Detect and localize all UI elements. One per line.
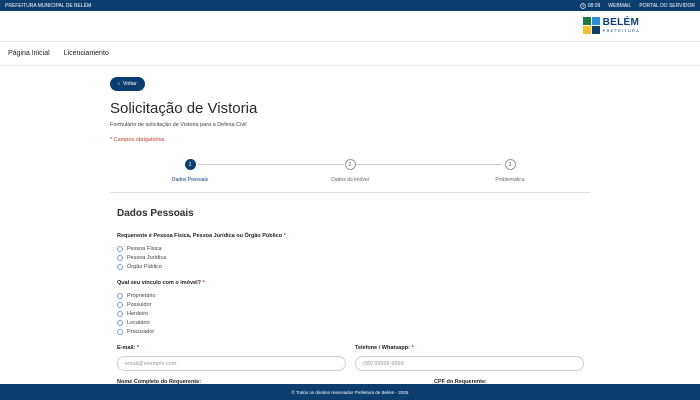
chevron-left-icon: ‹	[118, 81, 120, 87]
nav-pagina-inicial[interactable]: Página Inicial	[8, 50, 50, 57]
step-number: 2	[344, 159, 356, 170]
step-number: 1	[184, 159, 196, 170]
prefeitura-logo[interactable]: BELÉM PREFEITURA	[582, 17, 640, 34]
form-stepper: 1 Dados Pessoais 2 Dados do Imóvel 3 Pro…	[110, 159, 590, 189]
back-button[interactable]: ‹ Voltar	[110, 77, 145, 91]
radio-circle-icon[interactable]	[117, 292, 123, 299]
radio-label: Pessoa Jurídica	[127, 254, 167, 261]
radio-orgao-publico[interactable]: Órgão Público	[117, 262, 166, 271]
radio-proprietario[interactable]: Proprietário	[117, 291, 155, 300]
telefone-label: Telefone / Whatsapp: *	[355, 345, 414, 351]
radio-label: Locatário	[127, 319, 150, 326]
required-note: * Campos obrigatórios.	[110, 137, 166, 143]
footer: © Todos os direitos reservados Prefeitur…	[0, 384, 700, 400]
back-button-label: Voltar	[122, 81, 137, 87]
step-label: Problemática	[495, 177, 525, 183]
page-subtitle: Formulário de solicitação de Vistoria pa…	[110, 122, 247, 128]
brand-header: BELÉM PREFEITURA	[0, 11, 700, 42]
page-title: Solicitação de Vistoria	[110, 100, 258, 117]
required-mark: *	[136, 345, 140, 351]
main-nav: Página Inicial Licenciamento	[0, 42, 700, 66]
logo-mark-icon	[582, 17, 600, 34]
radio-possuidor[interactable]: Possuidor	[117, 300, 155, 309]
question-label: Requerente é Pessoa Física, Pessoa Juríd…	[117, 233, 283, 239]
radio-group-vinculo: Proprietário Possuidor Herdeiro Locatári…	[117, 291, 155, 336]
email-label: E-mail: *	[117, 345, 139, 351]
email-label-text: E-mail:	[117, 345, 136, 351]
step-dados-imovel[interactable]: 2 Dados do Imóvel	[310, 159, 390, 183]
logo-title: BELÉM	[602, 17, 640, 28]
radio-label: Proprietário	[127, 292, 156, 299]
clock-icon	[579, 2, 586, 9]
radio-circle-icon[interactable]	[117, 245, 123, 252]
radio-pessoa-juridica[interactable]: Pessoa Jurídica	[117, 253, 166, 262]
question-requerente: Requerente é Pessoa Física, Pessoa Juríd…	[117, 233, 286, 239]
step-label: Dados Pessoais	[171, 177, 209, 183]
radio-herdeiro[interactable]: Herdeiro	[117, 309, 155, 318]
radio-circle-icon[interactable]	[117, 301, 123, 308]
required-mark: *	[411, 345, 414, 351]
section-title: Dados Pessoais	[117, 208, 194, 219]
top-bar-right: 08:09 WEBMAIL PORTAL DO SERVIDOR	[579, 2, 695, 9]
question-vinculo: Qual seu vínculo com o imóvel? *	[117, 280, 205, 286]
step-label: Dados do Imóvel	[331, 177, 369, 183]
email-input[interactable]	[117, 356, 346, 371]
radio-label: Órgão Público	[127, 263, 162, 270]
radio-locatario[interactable]: Locatário	[117, 318, 155, 327]
nav-licenciamento[interactable]: Licenciamento	[64, 50, 109, 57]
logo-subtitle: PREFEITURA	[602, 28, 640, 33]
divider	[110, 192, 590, 193]
radio-circle-icon[interactable]	[117, 263, 123, 270]
telefone-input[interactable]	[355, 356, 584, 371]
radio-label: Pessoa Física	[127, 245, 162, 252]
radio-label: Herdeiro	[127, 310, 149, 317]
radio-circle-icon[interactable]	[117, 254, 123, 261]
step-dados-pessoais[interactable]: 1 Dados Pessoais	[150, 159, 230, 183]
step-number: 3	[504, 159, 516, 170]
question-label: Qual seu vínculo com o imóvel?	[117, 280, 202, 286]
clock-time: 08:09	[587, 2, 601, 9]
step-problematica[interactable]: 3 Problemática	[470, 159, 550, 183]
radio-circle-icon[interactable]	[117, 328, 123, 335]
footer-text: © Todos os direitos reservados Prefeitur…	[291, 389, 409, 395]
radio-circle-icon[interactable]	[117, 319, 123, 326]
top-bar-title: PREFEITURA MUNICIPAL DE BELÉM	[5, 2, 92, 9]
top-bar: PREFEITURA MUNICIPAL DE BELÉM 08:09 WEBM…	[0, 0, 700, 11]
telefone-label-text: Telefone / Whatsapp:	[355, 345, 410, 351]
radio-label: Possuidor	[127, 301, 152, 308]
radio-label: Procurador	[127, 328, 155, 335]
radio-procurador[interactable]: Procurador	[117, 327, 155, 336]
radio-pessoa-fisica[interactable]: Pessoa Física	[117, 244, 166, 253]
radio-circle-icon[interactable]	[117, 310, 123, 317]
radio-group-requerente: Pessoa Física Pessoa Jurídica Órgão Públ…	[117, 244, 166, 271]
portal-servidor-link[interactable]: PORTAL DO SERVIDOR	[639, 3, 695, 9]
required-mark: *	[283, 233, 286, 239]
clock: 08:09	[579, 2, 601, 9]
webmail-link[interactable]: WEBMAIL	[608, 3, 631, 9]
required-mark: *	[202, 280, 205, 286]
